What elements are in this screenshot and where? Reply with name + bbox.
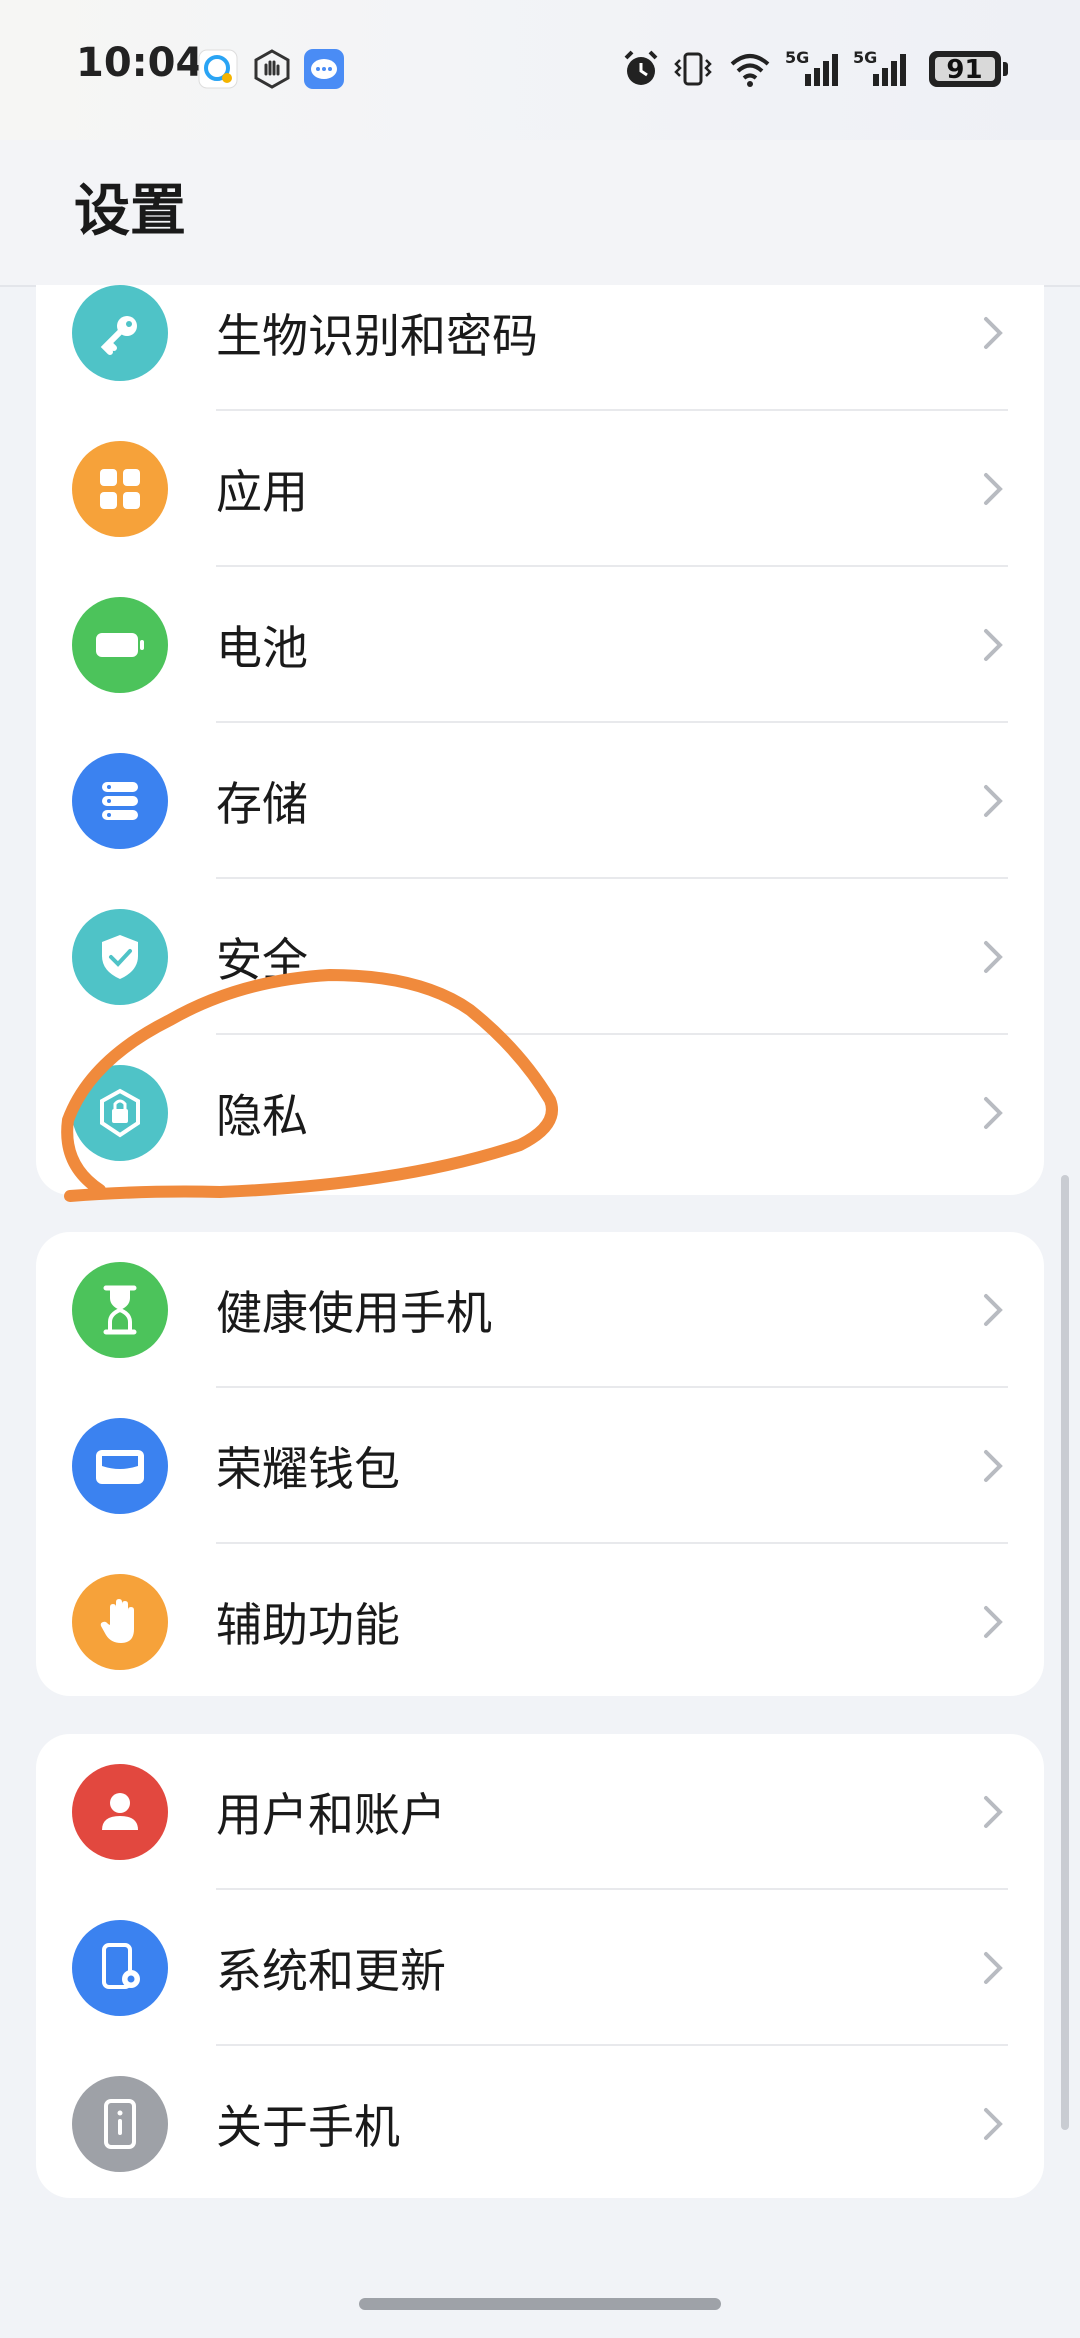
settings-item-wallet[interactable]: 荣耀钱包 — [36, 1388, 1044, 1544]
chevron-right-icon — [984, 1097, 1003, 1129]
wifi-icon — [728, 48, 772, 90]
hand-icon — [72, 1574, 168, 1670]
chevron-right-icon — [984, 473, 1003, 505]
key-icon — [72, 285, 168, 381]
settings-group-2: 健康使用手机 荣耀钱包 辅助功能 — [36, 1232, 1044, 1696]
settings-item-users-accounts[interactable]: 用户和账户 — [36, 1734, 1044, 1890]
settings-item-label: 隐私 — [216, 1089, 308, 1143]
hand-icon — [251, 48, 293, 90]
settings-group-1: 生物识别和密码 应用 电池 存储 安全 隐私 — [36, 285, 1044, 1195]
settings-item-label: 电池 — [216, 621, 308, 675]
chat-bubble-icon — [197, 48, 239, 90]
chevron-right-icon — [984, 2108, 1003, 2140]
settings-item-label: 安全 — [216, 933, 308, 987]
settings-item-label: 用户和账户 — [216, 1788, 446, 1842]
settings-item-apps[interactable]: 应用 — [36, 411, 1044, 567]
chevron-right-icon — [984, 1796, 1003, 1828]
settings-item-digital-balance[interactable]: 健康使用手机 — [36, 1232, 1044, 1388]
chevron-right-icon — [984, 785, 1003, 817]
status-bar: 10:04 5G 5G 91 — [0, 0, 1080, 140]
settings-group-3: 用户和账户 系统和更新 关于手机 — [36, 1734, 1044, 2198]
privacy-lock-icon — [72, 1065, 168, 1161]
settings-item-system-update[interactable]: 系统和更新 — [36, 1890, 1044, 2046]
settings-item-accessibility[interactable]: 辅助功能 — [36, 1544, 1044, 1700]
hourglass-icon — [72, 1262, 168, 1358]
chevron-right-icon — [984, 941, 1003, 973]
settings-item-security[interactable]: 安全 — [36, 879, 1044, 1035]
page-title: 设置 — [74, 179, 186, 244]
alarm-icon — [620, 48, 662, 90]
settings-item-label: 应用 — [216, 465, 308, 519]
settings-item-label: 关于手机 — [216, 2100, 400, 2154]
settings-item-label: 健康使用手机 — [216, 1286, 492, 1340]
settings-item-label: 辅助功能 — [216, 1598, 400, 1652]
vibrate-icon — [672, 48, 714, 90]
settings-item-label: 系统和更新 — [216, 1944, 446, 1998]
chevron-right-icon — [984, 1606, 1003, 1638]
battery-icon — [72, 597, 168, 693]
settings-item-battery[interactable]: 电池 — [36, 567, 1044, 723]
settings-item-label: 生物识别和密码 — [216, 309, 538, 363]
wallet-icon — [72, 1418, 168, 1514]
chevron-right-icon — [984, 1294, 1003, 1326]
apps-grid-icon — [72, 441, 168, 537]
settings-item-privacy[interactable]: 隐私 — [36, 1035, 1044, 1191]
settings-item-label: 荣耀钱包 — [216, 1442, 400, 1496]
chevron-right-icon — [984, 629, 1003, 661]
status-time: 10:04 — [76, 40, 204, 86]
user-icon — [72, 1764, 168, 1860]
phone-info-icon — [72, 2076, 168, 2172]
home-indicator[interactable] — [359, 2298, 721, 2310]
chevron-right-icon — [984, 1450, 1003, 1482]
shield-icon — [72, 909, 168, 1005]
system-update-icon — [72, 1920, 168, 2016]
battery-icon: 91 — [928, 48, 1008, 90]
settings-item-storage[interactable]: 存储 — [36, 723, 1044, 879]
settings-item-about-phone[interactable]: 关于手机 — [36, 2046, 1044, 2202]
signal-icon: 5G — [853, 48, 913, 90]
storage-icon — [72, 753, 168, 849]
settings-item-biometrics[interactable]: 生物识别和密码 — [36, 255, 1044, 411]
chevron-right-icon — [984, 1952, 1003, 1984]
message-icon — [303, 48, 345, 90]
chevron-right-icon — [984, 317, 1003, 349]
signal-icon: 5G — [785, 48, 845, 90]
scrollbar[interactable] — [1061, 1175, 1069, 2130]
settings-item-label: 存储 — [216, 777, 308, 831]
